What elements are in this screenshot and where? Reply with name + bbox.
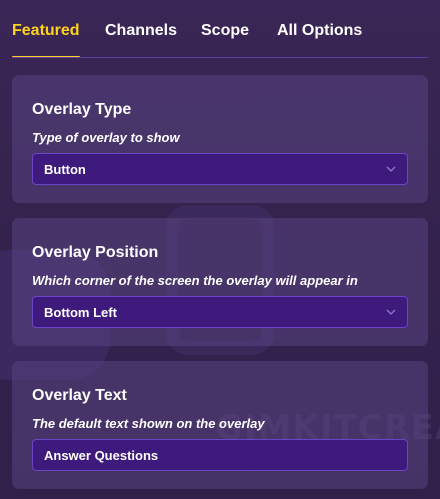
select-value: Button — [44, 162, 86, 177]
tab-label: All Options — [277, 22, 363, 39]
setting-description: Type of overlay to show — [32, 130, 180, 145]
input-value: Answer Questions — [44, 448, 159, 463]
tab-bar-divider — [12, 57, 428, 58]
overlay-position-card: Overlay Position Which corner of the scr… — [12, 218, 428, 346]
setting-title: Overlay Position — [32, 244, 159, 261]
tab-channels[interactable]: Channels — [105, 22, 177, 40]
overlay-type-card: Overlay Type Type of overlay to show But… — [12, 75, 428, 203]
setting-description: The default text shown on the overlay — [32, 416, 265, 431]
overlay-type-select[interactable]: Button — [32, 153, 408, 185]
overlay-position-select[interactable]: Bottom Left — [32, 296, 408, 328]
tab-label: Featured — [12, 22, 80, 39]
tab-label: Scope — [201, 22, 250, 39]
select-value: Bottom Left — [44, 305, 117, 320]
tab-scope[interactable]: Scope — [201, 22, 249, 40]
overlay-text-card: Overlay Text The default text shown on t… — [12, 361, 428, 489]
tab-featured[interactable]: Featured — [12, 22, 80, 58]
chevron-down-icon — [386, 166, 396, 172]
chevron-down-icon — [386, 309, 396, 315]
tab-all-options[interactable]: All Options — [277, 22, 362, 40]
setting-description: Which corner of the screen the overlay w… — [32, 273, 358, 288]
setting-title: Overlay Type — [32, 101, 132, 118]
setting-title: Overlay Text — [32, 387, 127, 404]
overlay-text-input[interactable]: Answer Questions — [32, 439, 408, 471]
tab-bar: Featured Channels Scope All Options — [0, 0, 440, 60]
tab-label: Channels — [105, 22, 178, 39]
